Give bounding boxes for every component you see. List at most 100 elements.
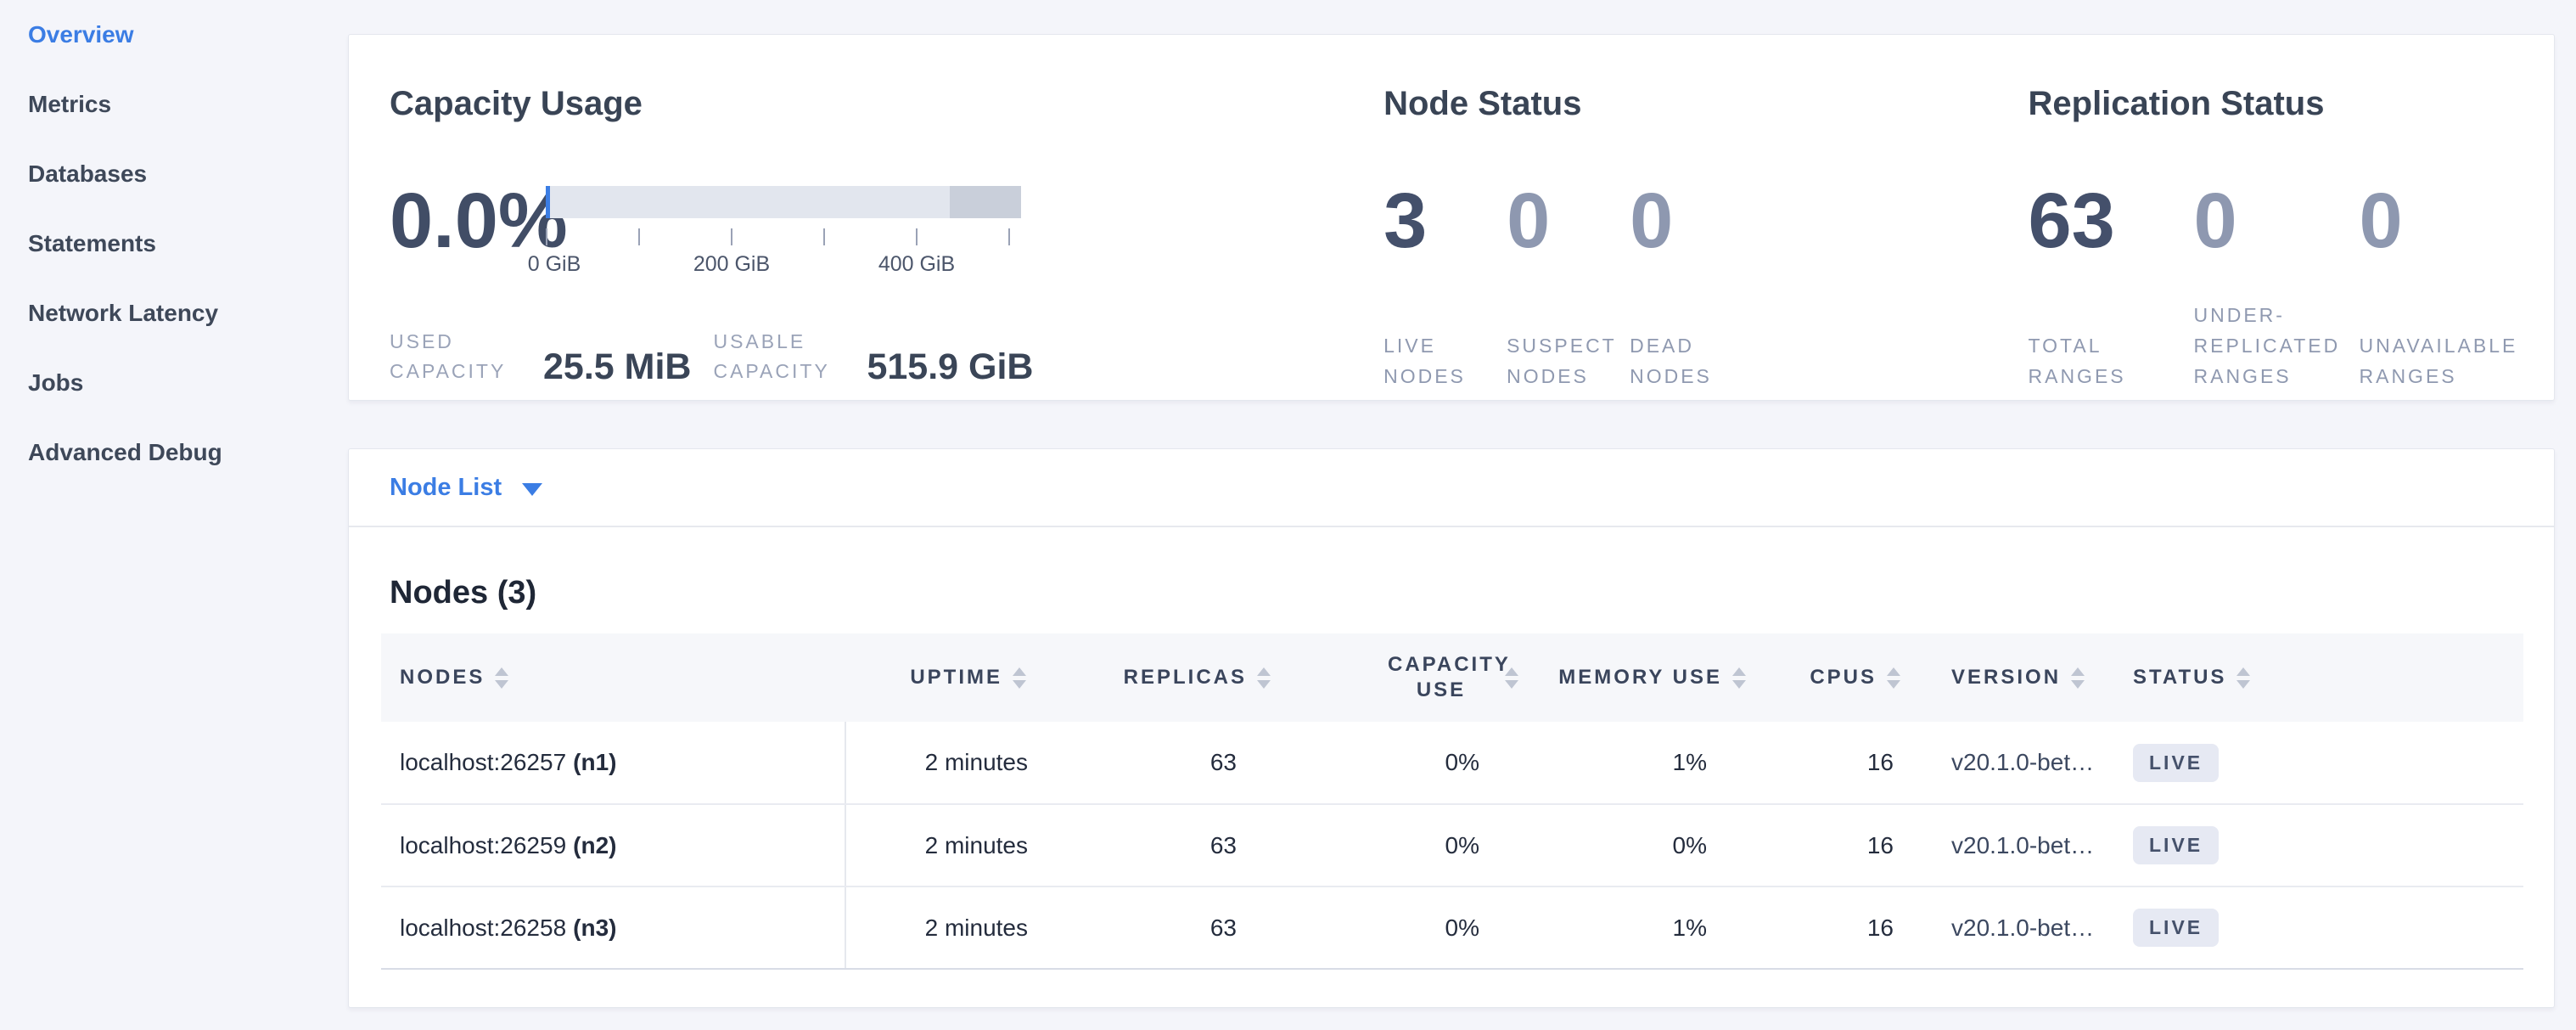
sidebar-item-databases[interactable]: Databases (28, 139, 348, 209)
axis-tick-label: 400 GiB (878, 252, 955, 277)
axis-tick (731, 228, 732, 245)
version-cell: v20.1.0-bet… (1911, 886, 2097, 969)
suspect-nodes-label: SUSPECT NODES (1507, 330, 1630, 391)
sort-icon[interactable] (495, 667, 508, 689)
usable-capacity-label: USABLE CAPACITY (713, 327, 845, 386)
total-ranges-value: 63 (2029, 181, 2194, 262)
live-nodes-metric: 3 LIVE NODES (1383, 181, 1507, 391)
cpus-cell: 16 (1756, 722, 1911, 804)
unavailable-ranges-label: UNAVAILABLE RANGES (2360, 330, 2525, 391)
capacity-bar (546, 186, 1021, 218)
column-header-replicas[interactable]: REPLICAS (1036, 633, 1281, 722)
axis-tick-label: 0 GiB (528, 252, 581, 277)
usable-capacity-stat: USABLE CAPACITY 515.9 GiB (713, 327, 1033, 386)
uptime-cell: 2 minutes (845, 722, 1036, 804)
unavailable-ranges-metric: 0 UNAVAILABLE RANGES (2360, 181, 2525, 391)
sidebar-nav: Overview Metrics Databases Statements Ne… (0, 0, 348, 487)
capacity-bar-axis: 0 GiB 200 GiB 400 GiB (546, 228, 1021, 278)
live-nodes-value: 3 (1383, 181, 1507, 262)
dead-nodes-value: 0 (1630, 181, 1753, 262)
axis-tick (638, 228, 640, 245)
memory-use-cell: 0% (1529, 804, 1756, 886)
table-row-node-3[interactable]: localhost:26258(n3) 2 minutes 63 0% 1% 1… (381, 886, 2523, 969)
sort-icon[interactable] (1505, 667, 1518, 689)
memory-use-cell: 1% (1529, 722, 1756, 804)
capacity-use-cell: 0% (1281, 804, 1529, 886)
sidebar-item-overview[interactable]: Overview (28, 0, 348, 70)
capacity-use-cell: 0% (1281, 886, 1529, 969)
sidebar-item-metrics[interactable]: Metrics (28, 70, 348, 139)
node-address[interactable]: localhost:26257 (400, 749, 566, 775)
replicas-cell: 63 (1036, 886, 1281, 969)
replicas-cell: 63 (1036, 804, 1281, 886)
chevron-down-icon (522, 483, 542, 496)
sidebar-item-advanced-debug[interactable]: Advanced Debug (28, 418, 348, 487)
column-header-cpus[interactable]: CPUS (1756, 633, 1911, 722)
version-cell: v20.1.0-bet… (1911, 722, 2097, 804)
sidebar-item-jobs[interactable]: Jobs (28, 348, 348, 418)
suspect-nodes-value: 0 (1507, 181, 1630, 262)
sort-icon[interactable] (2071, 667, 2085, 689)
table-header-row: NODES UPTIME REPLICAS (381, 633, 2523, 722)
used-capacity-stat: USED CAPACITY 25.5 MiB (390, 327, 691, 386)
sort-icon[interactable] (1013, 667, 1026, 689)
live-nodes-label: LIVE NODES (1383, 330, 1507, 391)
column-header-status[interactable]: STATUS (2097, 633, 2523, 722)
node-list-dropdown-label: Node List (390, 474, 502, 502)
table-row-node-1[interactable]: localhost:26257(n1) 2 minutes 63 0% 1% 1… (381, 722, 2523, 804)
unavailable-ranges-value: 0 (2360, 181, 2525, 262)
axis-tick (546, 228, 547, 245)
total-ranges-label: TOTAL RANGES (2029, 330, 2194, 391)
column-label: MEMORY USE (1558, 666, 1722, 689)
nodes-table: NODES UPTIME REPLICAS (381, 633, 2523, 970)
node-id: (n1) (573, 749, 616, 775)
capacity-usage-title: Capacity Usage (390, 35, 1311, 121)
node-list-panel: Node List Nodes (3) NODES (348, 448, 2555, 1008)
node-id: (n2) (573, 832, 616, 858)
suspect-nodes-metric: 0 SUSPECT NODES (1507, 181, 1630, 391)
used-capacity-value: 25.5 MiB (543, 347, 691, 386)
cpus-cell: 16 (1756, 804, 1911, 886)
node-status-title: Node Status (1383, 35, 1985, 121)
table-row-node-2[interactable]: localhost:26259(n2) 2 minutes 63 0% 0% 1… (381, 804, 2523, 886)
dead-nodes-metric: 0 DEAD NODES (1630, 181, 1753, 391)
column-label: CAPACITY USE (1388, 652, 1495, 703)
node-address[interactable]: localhost:26258 (400, 915, 566, 941)
total-ranges-metric: 63 TOTAL RANGES (2029, 181, 2194, 391)
column-header-capacity-use[interactable]: CAPACITY USE (1281, 633, 1529, 722)
sidebar-item-statements[interactable]: Statements (28, 209, 348, 279)
axis-tick (916, 228, 918, 245)
sort-icon[interactable] (1732, 667, 1746, 689)
node-status-section: Node Status 3 LIVE NODES 0 SUSPECT NODES… (1311, 35, 1985, 400)
axis-tick (823, 228, 825, 245)
capacity-usage-section: Capacity Usage 0.0% 0 GiB (349, 35, 1311, 400)
sort-icon[interactable] (1887, 667, 1900, 689)
sidebar-item-network-latency[interactable]: Network Latency (28, 279, 348, 348)
column-header-memory-use[interactable]: MEMORY USE (1529, 633, 1756, 722)
replicas-cell: 63 (1036, 722, 1281, 804)
axis-tick (1008, 228, 1010, 245)
replication-status-section: Replication Status 63 TOTAL RANGES 0 UND… (1986, 35, 2554, 400)
dead-nodes-label: DEAD NODES (1630, 330, 1753, 391)
node-address[interactable]: localhost:26259 (400, 832, 566, 858)
column-label: CPUS (1810, 666, 1877, 689)
sort-icon[interactable] (1257, 667, 1271, 689)
column-label: VERSION (1951, 666, 2061, 689)
under-replicated-ranges-value: 0 (2194, 181, 2360, 262)
column-header-nodes[interactable]: NODES (381, 633, 845, 722)
version-cell: v20.1.0-bet… (1911, 804, 2097, 886)
node-list-dropdown[interactable]: Node List (349, 449, 2554, 527)
column-header-version[interactable]: VERSION (1911, 633, 2097, 722)
sort-icon[interactable] (2236, 667, 2250, 689)
column-label: NODES (400, 666, 485, 689)
axis-tick-label: 200 GiB (693, 252, 770, 277)
column-header-uptime[interactable]: UPTIME (845, 633, 1036, 722)
replication-status-title: Replication Status (2029, 35, 2554, 121)
column-label: STATUS (2133, 666, 2226, 689)
node-id: (n3) (573, 915, 616, 941)
capacity-bar-used-segment (546, 186, 550, 218)
status-badge: LIVE (2133, 909, 2219, 947)
usable-capacity-value: 515.9 GiB (867, 347, 1033, 386)
capacity-bar-chart: 0 GiB 200 GiB 400 GiB (546, 181, 1021, 278)
capacity-bar-other-segment (950, 186, 1021, 218)
